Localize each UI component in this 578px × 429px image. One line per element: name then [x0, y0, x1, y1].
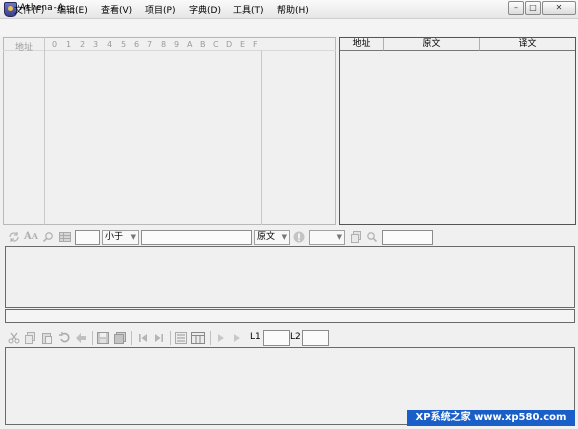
column-header-address[interactable]: 地址 [340, 38, 384, 51]
ascii-column-divider [261, 51, 262, 225]
compare-select-value: 小于 [105, 232, 124, 242]
copy-icon[interactable] [350, 231, 362, 246]
save-icon[interactable] [97, 332, 109, 347]
offset-field[interactable] [75, 230, 100, 245]
minimize-button[interactable]: – [508, 1, 524, 15]
info-icon[interactable] [293, 231, 305, 246]
toolbar-separator [170, 331, 171, 345]
toolbar-separator [92, 331, 93, 345]
watermark-badge: XP系统之家 www.xp580.com [407, 410, 575, 426]
hex-col-b: B [200, 40, 206, 49]
chevron-down-icon: ▼ [281, 233, 287, 241]
column-header-translation[interactable]: 译文 [480, 38, 575, 51]
cut-icon[interactable] [8, 332, 20, 347]
l1-label: L1 [250, 332, 261, 342]
hex-col-f: F [253, 40, 258, 49]
toolbar-separator [131, 331, 132, 345]
grid-icon[interactable] [59, 231, 71, 246]
hex-col-c: C [213, 40, 219, 49]
search-text-field[interactable] [141, 230, 252, 245]
list-icon[interactable] [175, 332, 187, 347]
hex-col-0: 0 [52, 40, 58, 49]
hex-col-1: 1 [66, 40, 72, 49]
menu-view[interactable]: 查看(V) [101, 3, 132, 16]
hex-col-8: 8 [161, 40, 167, 49]
hex-col-2: 2 [80, 40, 86, 49]
hex-col-7: 7 [147, 40, 153, 49]
l2-field[interactable] [302, 330, 329, 346]
string-table[interactable] [339, 37, 576, 225]
close-button[interactable]: ✕ [542, 1, 576, 15]
find-icon[interactable] [366, 231, 378, 246]
menu-file[interactable]: 文件(F) [14, 3, 44, 16]
hex-view-pane[interactable] [3, 37, 336, 225]
menu-help[interactable]: 帮助(H) [277, 3, 309, 16]
menu-edit[interactable]: 编辑(E) [57, 3, 88, 16]
back-arrow-icon[interactable] [75, 332, 87, 347]
last-record-icon[interactable] [153, 332, 165, 347]
goto-field[interactable] [382, 230, 433, 245]
hex-col-9: 9 [174, 40, 180, 49]
save-all-icon[interactable] [114, 332, 126, 347]
hex-col-a: A [187, 40, 193, 49]
column-header-source[interactable]: 原文 [384, 38, 480, 51]
undo-icon[interactable] [58, 332, 70, 347]
maximize-button[interactable]: □ [525, 1, 541, 15]
toolbar-separator [210, 331, 211, 345]
source-select[interactable]: 原文 ▼ [254, 230, 290, 245]
first-record-icon[interactable] [137, 332, 149, 347]
menu-bar [0, 19, 578, 36]
refresh-icon[interactable] [8, 231, 20, 246]
copy-icon[interactable] [24, 332, 36, 347]
hex-col-e: E [240, 40, 246, 49]
l1-field[interactable] [263, 330, 290, 346]
paste-icon[interactable] [41, 332, 53, 347]
source-select-value: 原文 [257, 232, 276, 242]
menu-dictionary[interactable]: 字典(D) [189, 3, 221, 16]
hex-col-5: 5 [121, 40, 127, 49]
menu-project[interactable]: 项目(P) [145, 3, 175, 16]
language-select[interactable]: ▼ [309, 230, 345, 245]
chevron-down-icon: ▼ [336, 233, 342, 241]
hex-address-header: 地址 [15, 43, 34, 53]
l2-label: L2 [290, 332, 301, 342]
hex-col-3: 3 [93, 40, 99, 49]
menu-tools[interactable]: 工具(T) [233, 3, 264, 16]
status-strip [5, 309, 575, 323]
font-icon[interactable]: AA [24, 231, 38, 242]
play-icon[interactable] [216, 333, 226, 346]
info-pane[interactable] [5, 246, 575, 308]
hex-col-4: 4 [107, 40, 113, 49]
table-icon[interactable] [191, 332, 205, 347]
hex-col-d: D [226, 40, 233, 49]
search-icon[interactable] [42, 231, 54, 246]
address-column [3, 37, 45, 225]
next-icon[interactable] [232, 333, 242, 346]
compare-select[interactable]: 小于 ▼ [102, 230, 139, 245]
chevron-down-icon: ▼ [130, 233, 136, 241]
hex-col-6: 6 [134, 40, 140, 49]
